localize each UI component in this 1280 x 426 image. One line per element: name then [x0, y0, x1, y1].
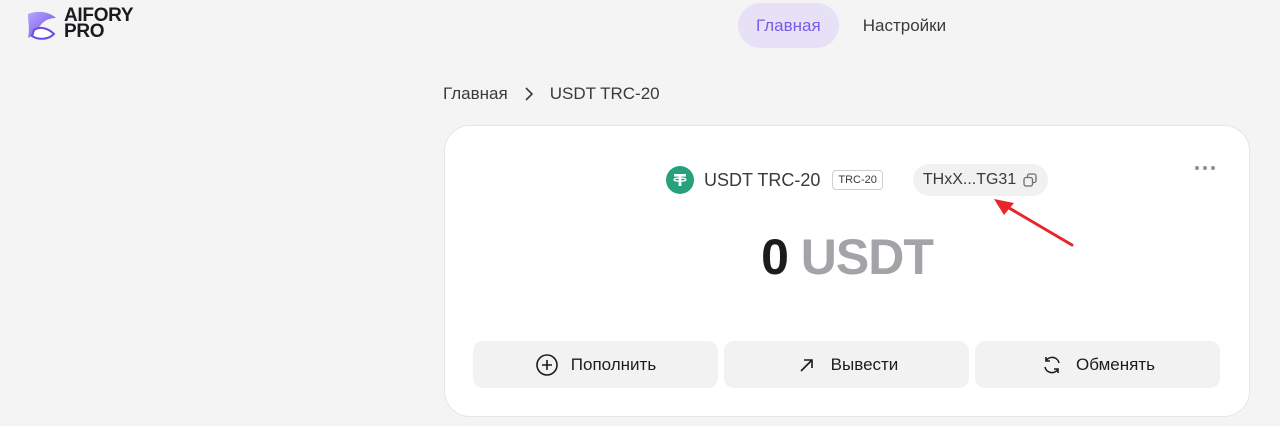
exchange-button[interactable]: Обменять [975, 341, 1220, 388]
breadcrumb-current: USDT TRC-20 [549, 84, 660, 103]
chevron-right-icon [522, 87, 536, 101]
breadcrumb-home[interactable]: Главная [443, 84, 508, 104]
app-page: AIFORY PRO Главная Настройки Главная USD… [0, 0, 1280, 426]
withdraw-button[interactable]: Вывести [724, 341, 969, 388]
breadcrumb: Главная USDT TRC-20 [443, 84, 660, 104]
withdraw-label: Вывести [830, 354, 899, 374]
arrow-up-right-icon [800, 358, 813, 372]
deposit-label: Пополнить [570, 354, 657, 374]
action-buttons: Пополнить Вывести Обменять [473, 341, 1220, 388]
tab-home[interactable]: Главная [738, 3, 839, 48]
copy-icon [1023, 173, 1037, 187]
balance-amount: 0 [761, 229, 789, 285]
refresh-icon [1044, 356, 1060, 373]
wallet-address-copy[interactable]: THxX...TG31 [912, 164, 1049, 196]
brand-name: AIFORY PRO [64, 6, 134, 42]
asset-name: USDT TRC-20 [704, 169, 821, 190]
exchange-label: Обменять [1076, 354, 1155, 374]
balance-display: 0 USDT [445, 228, 1249, 286]
plus-circle-icon [535, 353, 558, 376]
deposit-button[interactable]: Пополнить [473, 341, 718, 388]
network-badge: TRC-20 [832, 170, 883, 190]
asset-header: USDT TRC-20 TRC-20 THxX...TG31 [666, 164, 1049, 196]
top-nav: Главная Настройки [738, 3, 964, 48]
more-options-icon[interactable] [1195, 166, 1215, 170]
wallet-address: THxX...TG31 [922, 171, 1017, 188]
tab-settings[interactable]: Настройки [845, 3, 964, 48]
brand-logo[interactable]: AIFORY PRO [24, 6, 134, 44]
aifory-logo-icon [28, 11, 56, 40]
balance-unit: USDT [800, 229, 934, 285]
tether-icon [666, 166, 694, 194]
wallet-card: USDT TRC-20 TRC-20 THxX...TG31 0 USDT По… [444, 125, 1250, 417]
brand-line2: PRO [64, 21, 105, 42]
